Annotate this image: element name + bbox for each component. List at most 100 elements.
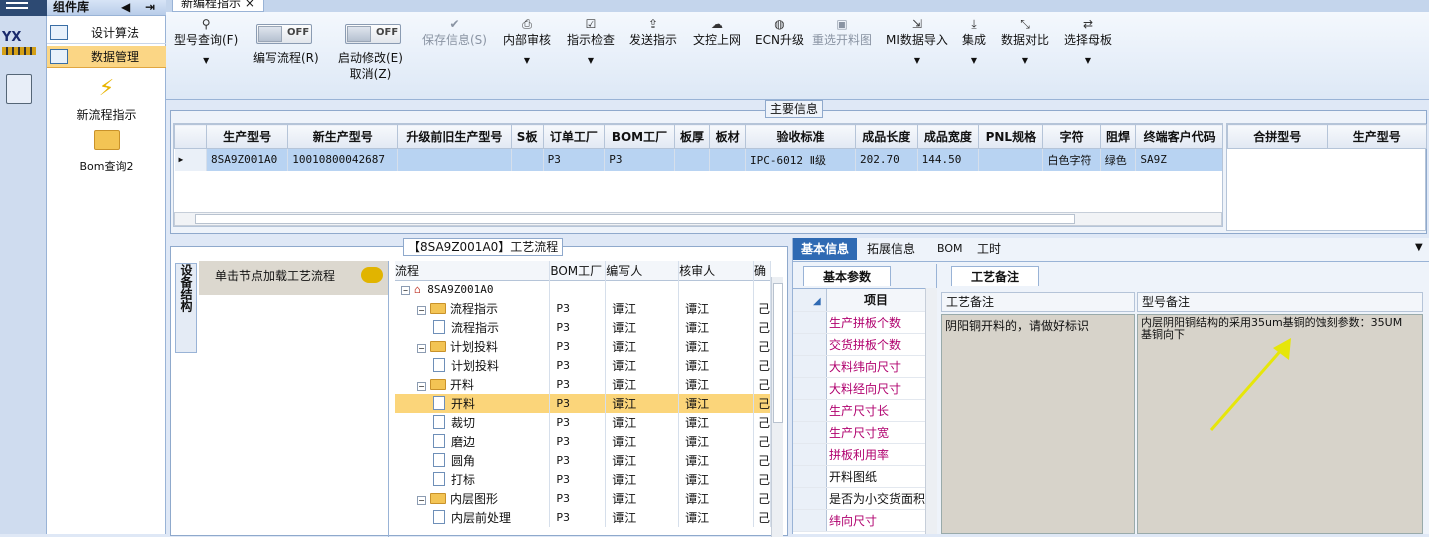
col-production-model-2[interactable]: 生产型号 (1326, 124, 1427, 149)
col-confirm[interactable]: 确 (753, 261, 771, 280)
tree-vertical-scrollbar[interactable] (771, 277, 783, 537)
process-remarks-textarea[interactable]: 阴阳铜开料的，请做好标识 (941, 314, 1135, 534)
new-flow-directive[interactable]: ⚡ 新流程指示 (47, 76, 166, 123)
tree-row[interactable]: − 开料 P3 谭江 谭江己 (395, 375, 771, 394)
col-old-model[interactable]: 升级前旧生产型号 (397, 124, 512, 149)
col-material[interactable]: 板材 (709, 124, 746, 149)
col-bom-factory[interactable]: BOM工厂 (604, 124, 675, 149)
col-merge-model[interactable]: 合拼型号 (1227, 124, 1328, 149)
tree-row[interactable]: 圆角 P3 谭江 谭江己 (395, 451, 771, 470)
param-row[interactable]: 大料纬向尺寸 (793, 355, 925, 378)
bom-query2[interactable]: Bom查询2 (47, 130, 166, 174)
process-legend: 【8SA9Z001A0】工艺流程 (403, 238, 564, 256)
integrate-button[interactable]: ⤓ 集成 ▼ (962, 16, 986, 68)
tab-basic-info[interactable]: 基本信息 (793, 238, 858, 260)
tab-extended-info[interactable]: 拓展信息 (859, 238, 923, 260)
calculator-icon[interactable] (6, 74, 32, 104)
param-row[interactable]: 生产尺寸宽 (793, 421, 925, 444)
col-writer[interactable]: 编写人 (605, 261, 680, 280)
col-thickness[interactable]: 板厚 (673, 124, 711, 149)
table-row[interactable]: ▶ 8SA9Z001A0 10010800042687 P3 P3 IPC-60… (174, 148, 1222, 171)
main-info-legend: 主要信息 (765, 100, 824, 118)
col-new-model[interactable]: 新生产型号 (287, 124, 399, 149)
tab-bom[interactable]: BOM (929, 238, 971, 260)
tree-row[interactable]: 打标 P3 谭江 谭江己 (395, 470, 771, 489)
internal-review-button[interactable]: ⎙ 内部审核 ▼ (503, 16, 551, 68)
param-row[interactable]: 大料经向尺寸 (793, 377, 925, 400)
hint-bar[interactable]: 单击节点加载工艺流程 (199, 261, 388, 295)
col-order-factory[interactable]: 订单工厂 (542, 124, 606, 149)
window-tab[interactable]: 新编程指示 × (172, 0, 264, 12)
param-row[interactable]: 生产尺寸长 (793, 399, 925, 422)
menu-icon[interactable] (6, 2, 28, 4)
reselect-drawing-button[interactable]: ▣ 重选开料图 (812, 16, 872, 48)
col-item[interactable]: 项目 (826, 289, 925, 312)
data-compare-button[interactable]: ⤡ 数据对比 ▼ (1001, 16, 1049, 68)
col-solder-mask[interactable]: 阻焊 (1099, 124, 1137, 149)
upload-online-button[interactable]: ☁ 文控上网 (693, 16, 741, 48)
col-s-board[interactable]: S板 (510, 124, 544, 149)
collapse-icon[interactable]: − (417, 496, 426, 505)
close-icon[interactable]: × (245, 0, 255, 10)
param-row[interactable]: 开料图纸 (793, 465, 925, 488)
param-row[interactable]: 是否为小交货面积 (793, 487, 925, 510)
tree-row[interactable]: 裁切 P3 谭江 谭江己 (395, 413, 771, 432)
type-query-button[interactable]: ⚲ 型号查询(F) ▼ (174, 16, 238, 68)
directive-check-button[interactable]: ☑ 指示检查 ▼ (567, 16, 615, 68)
subtab-basic-params[interactable]: 基本参数 (803, 266, 891, 286)
scroll-thumb[interactable] (195, 214, 1075, 224)
col-pnl[interactable]: PNL规格 (978, 124, 1044, 149)
tree-row[interactable]: 内层前处理 P3 谭江 谭江己 (395, 508, 771, 527)
param-row[interactable]: 纬向尺寸 (793, 509, 925, 532)
col-character[interactable]: 字符 (1042, 124, 1101, 149)
col-flow[interactable]: 流程 (395, 261, 551, 280)
tab-work-hours[interactable]: 工时 (969, 238, 1009, 260)
menu-bar (0, 0, 47, 16)
panel-title: 组件库 ◀ ⇥ (47, 0, 166, 16)
detail-tabs: 基本信息 拓展信息 BOM 工时 ▼ (793, 238, 1429, 262)
col-bom-factory[interactable]: BOM工厂 (549, 261, 607, 280)
tree-row[interactable]: 计划投料 P3 谭江 谭江己 (395, 356, 771, 375)
start-edit-toggle[interactable]: OFF (345, 24, 401, 44)
collapse-icon[interactable]: − (417, 306, 426, 315)
document-icon (433, 434, 445, 448)
pin-icon[interactable]: ⇥ (145, 0, 155, 14)
col-reviewer[interactable]: 核审人 (678, 261, 754, 280)
start-edit-label: 启动修改(E) 取消(Z) (338, 51, 403, 81)
collapse-icon[interactable]: − (401, 286, 410, 296)
ecn-upgrade-button[interactable]: ◍ ECN升级 (755, 16, 804, 48)
tree-root[interactable]: − ⌂ 8SA9Z001A0 (395, 280, 771, 299)
tree-row[interactable]: 磨边 P3 谭江 谭江己 (395, 432, 771, 451)
subtab-process-remarks[interactable]: 工艺备注 (951, 266, 1039, 286)
col-acceptance[interactable]: 验收标准 (745, 124, 856, 149)
tree-row[interactable]: − 流程指示 P3 谭江 谭江己 (395, 299, 771, 318)
tree-row[interactable]: 开料 P3 谭江 谭江己 (395, 394, 771, 413)
write-flow-toggle[interactable]: OFF (256, 24, 312, 44)
collapse-icon[interactable]: − (417, 382, 426, 391)
collapse-icon[interactable]: − (417, 344, 426, 353)
select-parent-button[interactable]: ⇄ 选择母板 ▼ (1064, 16, 1112, 68)
collapse-icon[interactable]: ◀ (121, 0, 130, 14)
col-production-model[interactable]: 生产型号 (205, 124, 289, 149)
tree-row[interactable]: 流程指示 P3 谭江 谭江己 (395, 318, 771, 337)
param-row[interactable]: 生产拼板个数 (793, 311, 925, 334)
tree-row[interactable]: − 计划投料 P3 谭江 谭江己 (395, 337, 771, 356)
mi-import-button[interactable]: ⇲ MI数据导入 ▼ (886, 16, 948, 68)
nav-item-design-algorithm[interactable]: 设计算法 (47, 22, 166, 44)
chevron-down-icon[interactable]: ▼ (1415, 242, 1423, 253)
param-row[interactable]: 交货拼板个数 (793, 333, 925, 356)
equipment-structure-tab[interactable]: 设备结构 (175, 263, 197, 353)
param-row[interactable]: 拼板利用率 (793, 443, 925, 466)
col-width[interactable]: 成品宽度 (916, 124, 980, 149)
col-customer-code[interactable]: 终端客户代码 (1135, 124, 1222, 149)
params-vertical-scrollbar[interactable] (925, 288, 937, 534)
save-info-button[interactable]: ✔ 保存信息(S) (422, 16, 487, 48)
download-icon: ⤓ (971, 17, 977, 31)
col-length[interactable]: 成品长度 (855, 124, 918, 149)
tree-row[interactable]: − 内层图形 P3 谭江 谭江己 (395, 489, 771, 508)
process-tree: 流程 BOM工厂 编写人 核审人 确 − ⌂ 8SA9Z001A0 − 流程指示 P3… (395, 261, 771, 537)
nav-item-data-management[interactable]: 数据管理 (47, 46, 166, 68)
send-directive-button[interactable]: ⇪ 发送指示 (629, 16, 677, 48)
horizontal-scrollbar[interactable] (174, 212, 1222, 226)
yx-logo-icon[interactable]: YX (2, 30, 36, 62)
